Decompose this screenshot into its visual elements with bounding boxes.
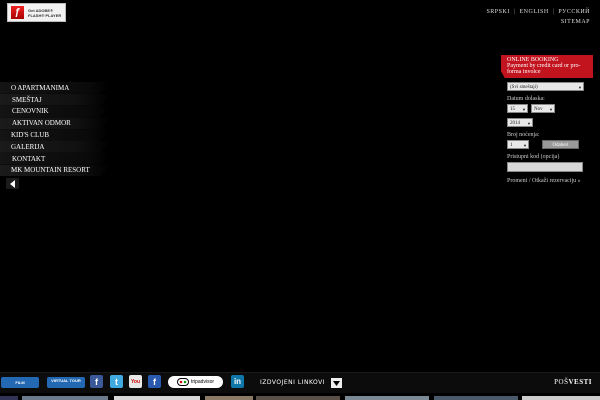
footer-bar: FILM VIRTUAL TOUR f t You f tripadvisor … [0,372,600,393]
linkedin-label: in [233,377,242,386]
booking-subtitle: Payment by credit card or pro-forma invo… [507,63,581,75]
thumbnail[interactable] [345,396,429,400]
flash-icon: ƒ [11,6,24,19]
thumbnail[interactable] [205,396,253,400]
nav-item-label: KID'S CLUB [11,131,50,140]
access-code-input[interactable] [507,162,583,172]
tripadvisor-label: tripadvisor [190,379,215,385]
flash-badge-line2: FLASH® PLAYER [28,12,62,18]
thumbnail[interactable] [0,396,18,400]
arrival-day-select[interactable]: 15 [507,104,528,114]
nav-item-mk-mountain-resort[interactable]: MK MOUNTAIN RESORT [0,164,110,177]
nav-item-label: CENOVNIK [12,107,49,116]
change-cancel-reservation-link[interactable]: Promeni / Otkaži rezervaciju » [507,178,589,184]
nav-collapse-button[interactable] [6,178,19,189]
nav-item-label: MK MOUNTAIN RESORT [11,166,90,175]
facebook-icon[interactable]: f [90,375,103,388]
chevron-down-icon [333,380,340,386]
nav-item-cenovnik[interactable]: CENOVNIK [0,105,110,118]
youtube-icon[interactable]: You [129,375,142,388]
film-button[interactable]: FILM [1,377,39,388]
lang-separator: | [513,9,516,15]
facebook-icon[interactable]: f [148,375,161,388]
booking-header: ONLINE BOOKING Payment by credit card or… [501,55,593,78]
featured-links-label[interactable]: IZDVOJENI LINKOVI [260,379,325,386]
nights-label: Broj noćenja: [507,132,540,138]
arrival-year-select[interactable]: 2014 [507,118,533,128]
news-bold: VESTI [568,378,592,386]
thumbnail[interactable] [22,396,108,400]
accommodation-select[interactable]: (Svi smeštaji) [507,82,584,92]
linkedin-icon[interactable]: in [231,375,244,388]
twitter-icon[interactable]: t [110,375,123,388]
featured-links-toggle[interactable] [331,378,342,388]
thumbnail[interactable] [434,396,518,400]
arrival-date-label: Datum dolaska: [507,96,545,102]
nav-item-smestaj[interactable]: SMEŠTAJ [0,93,110,106]
nav-item-aktivan-odmor[interactable]: AKTIVAN ODMOR [0,117,110,130]
news-link[interactable]: POŠVESTI [554,378,592,386]
language-switcher: SRPSKI | ENGLISH | РУССКИЙ [486,9,590,15]
nav-item-label: SMEŠTAJ [12,95,42,104]
nav-item-label: GALERIJA [11,142,45,151]
news-prefix: POŠ [554,378,569,386]
nav-item-kontakt[interactable]: KONTAKT [0,152,110,165]
select-button[interactable]: Odaberi [542,140,579,149]
nav-item-label: O APARTMANIMA [11,83,70,92]
lang-english[interactable]: ENGLISH [520,9,549,15]
tripadvisor-badge[interactable]: tripadvisor [168,376,223,388]
arrival-month-select[interactable]: Nov [531,104,555,114]
online-booking-widget: ONLINE BOOKING Payment by credit card or… [501,55,593,184]
lang-separator: | [552,9,555,15]
get-flash-player-badge[interactable]: ƒ Get ADOBE® FLASH® PLAYER [7,3,66,22]
nights-select[interactable]: 1 [507,140,529,150]
virtual-tour-button[interactable]: VIRTUAL TOUR [47,377,85,388]
lang-russian[interactable]: РУССКИЙ [558,9,590,15]
sitemap-link[interactable]: SITEMAP [561,19,590,25]
nav-item-label: KONTAKT [12,154,46,163]
virtual-tour-label: VIRTUAL TOUR [51,378,81,383]
tripadvisor-owl-icon [176,378,189,386]
thumbnail[interactable] [114,396,200,400]
chevron-left-icon [9,179,15,188]
nav-item-label: AKTIVAN ODMOR [12,119,71,128]
access-code-label: Pristupni kod (opcija) [507,154,560,160]
nav-item-kids-club[interactable]: KID'S CLUB [0,129,110,141]
nav-item-o-apartmanima[interactable]: O APARTMANIMA [0,82,110,94]
lang-serbian[interactable]: SRPSKI [486,9,509,15]
nav-item-galerija[interactable]: GALERIJA [0,140,110,153]
main-navigation: O APARTMANIMA SMEŠTAJ CENOVNIK AKTIVAN O… [0,82,110,177]
thumbnail-strip [0,396,600,400]
thumbnail[interactable] [256,396,340,400]
youtube-label: You [130,378,141,385]
thumbnail[interactable] [522,396,600,400]
film-label: FILM [15,380,25,385]
